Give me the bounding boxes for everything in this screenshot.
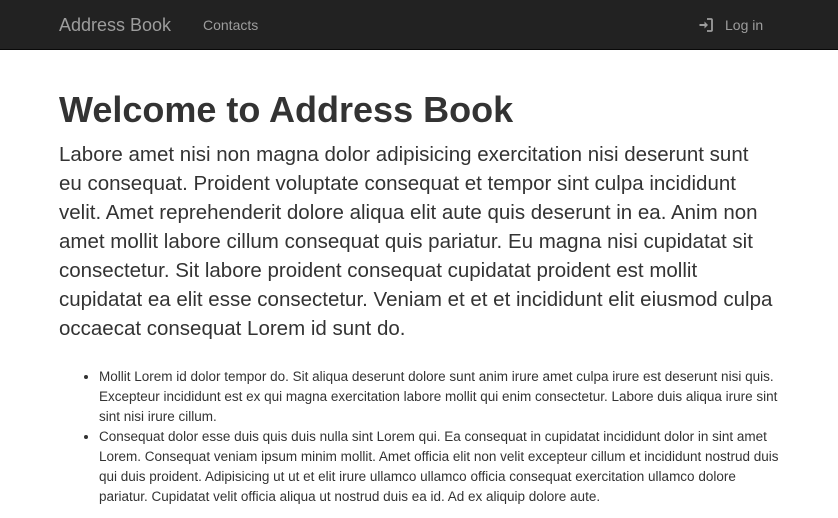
nav-link-contacts[interactable]: Contacts [203,16,258,34]
login-label: Log in [725,17,764,33]
login-link[interactable]: Log in [698,16,763,34]
main-content: Welcome to Address Book Labore amet nisi… [59,88,779,507]
list-item: Mollit Lorem id dolor tempor do. Sit ali… [99,367,779,427]
page-title: Welcome to Address Book [59,89,514,130]
list-item: Consequat dolor esse duis quis duis null… [99,427,779,507]
lead-paragraph: Labore amet nisi non magna dolor adipisi… [59,143,773,340]
bullet-list: Mollit Lorem id dolor tempor do. Sit ali… [59,367,779,507]
log-in-icon [698,17,714,33]
brand-link[interactable]: Address Book [59,14,171,36]
top-navbar: Address Book Contacts Log in [0,0,838,50]
